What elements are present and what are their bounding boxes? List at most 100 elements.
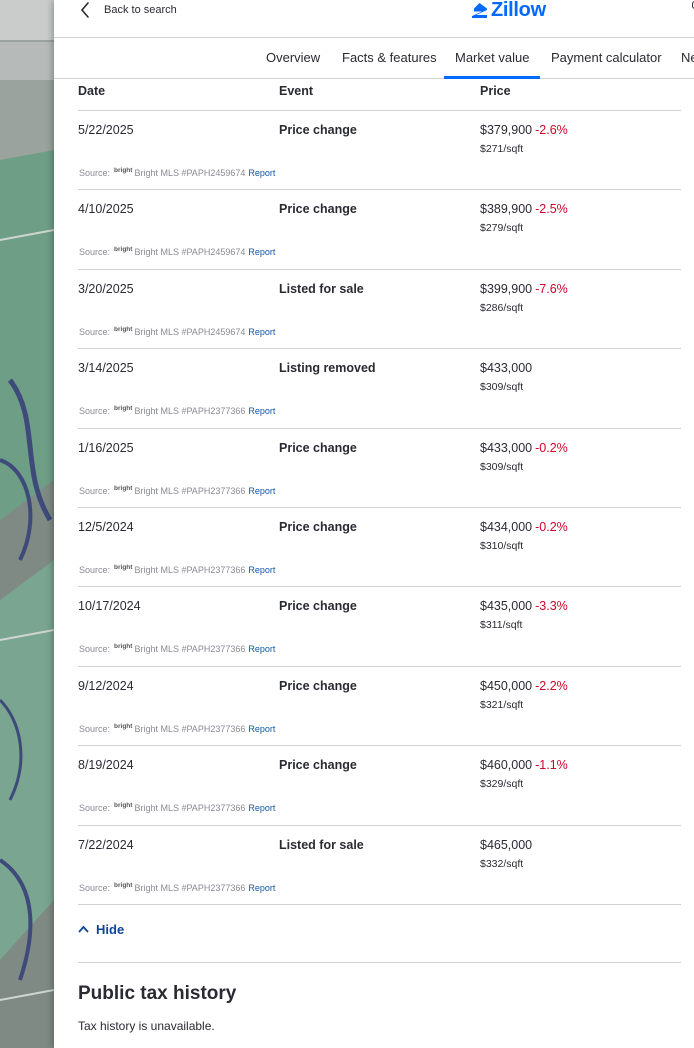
source-prefix: Source: <box>79 644 111 655</box>
report-link[interactable]: Report <box>248 565 275 575</box>
report-link[interactable]: Report <box>248 883 275 893</box>
bright-logo-text: bright <box>114 563 133 571</box>
top-bar: Back to search Zillow <box>54 0 694 37</box>
price-change: -3.3% <box>535 599 568 614</box>
column-header-date: Date <box>78 84 106 98</box>
report-link[interactable]: Report <box>248 803 275 813</box>
tab-overview[interactable]: Overview <box>266 38 320 79</box>
table-row: 9/12/2024 Price change $450,000 -2.2% $321/s… <box>78 667 681 747</box>
listing-source: Source: bright Bright MLS #PAPH2459674 Repo… <box>79 167 275 178</box>
event-date: 9/12/2024 <box>78 678 134 693</box>
event-date: 1/16/2025 <box>78 440 134 455</box>
listing-source: Source: bright Bright MLS #PAPH2377366 Repo… <box>79 802 275 814</box>
event-type: Price change <box>279 678 357 693</box>
bright-mls-logo: bright <box>114 881 133 889</box>
report-link[interactable]: Report <box>248 486 275 496</box>
table-row: 12/5/2024 Price change $434,000 -0.2% $310/s… <box>78 508 681 588</box>
price-value: $434,000 <box>480 519 533 534</box>
hide-price-history-button[interactable]: Hide <box>78 919 124 939</box>
listing-source: Source: bright Bright MLS #PAPH2377366 Repo… <box>79 723 275 734</box>
report-link[interactable]: Report <box>248 168 275 178</box>
bright-mls-logo: bright <box>114 246 133 254</box>
price-per-sqft: $329/sqft <box>480 778 524 791</box>
source-prefix: Source: <box>79 564 111 575</box>
price-change: -7.6% <box>535 281 568 296</box>
price-per-sqft: $309/sqft <box>480 460 524 473</box>
table-row: 5/22/2025 Price change $379,900 -2.6% $271/s… <box>78 111 681 191</box>
tab-payment-calculator[interactable]: Payment calculator <box>551 38 662 79</box>
report-link[interactable]: Report <box>248 247 275 257</box>
event-price: $465,000 <box>480 838 535 852</box>
event-date: 10/17/2024 <box>78 599 141 614</box>
bright-logo-text: bright <box>114 246 133 254</box>
source-prefix: Source: <box>79 803 111 814</box>
tab-facts-features[interactable]: Facts & features <box>342 38 437 79</box>
source-name: Bright MLS #PAPH2377366 <box>134 564 246 575</box>
section-tabs: Overview Facts & features Market value P… <box>54 37 694 79</box>
table-row: 3/20/2025 Listed for sale $399,900 -7.6% $28… <box>78 270 681 350</box>
section-divider <box>78 962 681 963</box>
event-price: $435,000 -3.3% <box>480 599 568 613</box>
event-price: $434,000 -0.2% <box>480 520 568 534</box>
map-background[interactable] <box>0 0 54 1048</box>
price-value: $435,000 <box>480 599 533 614</box>
bright-logo-text: bright <box>114 167 133 174</box>
event-type: Price change <box>279 123 357 137</box>
tax-history-message: Tax history is unavailable. <box>78 1019 215 1033</box>
chevron-up-icon <box>78 925 89 933</box>
source-prefix: Source: <box>79 247 111 258</box>
event-type: Price change <box>279 758 357 773</box>
price-per-sqft: $311/sqft <box>480 619 523 632</box>
back-to-search-button[interactable]: Back to search <box>80 0 177 20</box>
price-change: -1.1% <box>535 758 568 773</box>
price-value: $399,900 <box>480 281 533 296</box>
source-name: Bright MLS #PAPH2459674 <box>134 247 246 258</box>
event-price: $389,900 -2.5% <box>480 202 568 216</box>
table-row: 8/19/2024 Price change $460,000 -1.1% $329/s… <box>78 746 681 826</box>
listing-source: Source: bright Bright MLS #PAPH2377366 Repo… <box>79 405 275 416</box>
tab-neighborhood[interactable]: Ne <box>681 38 694 79</box>
bright-logo-text: bright <box>114 881 133 889</box>
price-value: $433,000 <box>480 361 533 376</box>
price-per-sqft: $271/sqft <box>480 143 524 155</box>
source-name: Bright MLS #PAPH2377366 <box>134 723 246 734</box>
bright-logo-text: bright <box>114 643 133 651</box>
event-price: $379,900 -2.6% <box>480 123 568 137</box>
source-name: Bright MLS #PAPH2377366 <box>134 803 246 814</box>
event-price: $450,000 -2.2% <box>480 679 568 693</box>
event-date: 7/22/2024 <box>78 837 134 852</box>
report-link[interactable]: Report <box>248 327 275 337</box>
event-type: Price change <box>279 599 357 614</box>
table-row: 4/10/2025 Price change $389,900 -2.5% $279/s… <box>78 190 681 270</box>
bright-mls-logo: bright <box>114 802 133 810</box>
event-type: Price change <box>279 202 357 217</box>
table-row: 3/14/2025 Listing removed $433,000 $309/sqf… <box>78 349 681 429</box>
event-price: $460,000 -1.1% <box>480 758 568 772</box>
tab-market-value[interactable]: Market value <box>443 38 541 79</box>
event-date: 3/14/2025 <box>78 361 134 376</box>
listing-source: Source: bright Bright MLS #PAPH2377366 Repo… <box>79 485 275 496</box>
event-date: 3/20/2025 <box>78 281 134 296</box>
price-value: $433,000 <box>480 440 533 455</box>
price-change: -2.6% <box>535 123 568 137</box>
bright-mls-logo: bright <box>114 485 132 492</box>
zillow-house-icon <box>472 2 487 18</box>
column-header-event: Event <box>279 84 314 98</box>
source-name: Bright MLS #PAPH2377366 <box>134 485 246 496</box>
report-link[interactable]: Report <box>248 406 275 416</box>
event-date: 12/5/2024 <box>78 519 134 534</box>
report-link[interactable]: Report <box>248 724 275 734</box>
price-value: $389,900 <box>480 202 533 217</box>
event-type: Listed for sale <box>279 281 364 296</box>
hide-label: Hide <box>96 921 125 937</box>
bright-logo-text: bright <box>114 802 133 810</box>
event-type: Price change <box>279 519 357 534</box>
event-date: 4/10/2025 <box>78 202 134 217</box>
zillow-logo[interactable]: Zillow <box>471 0 546 21</box>
source-prefix: Source: <box>79 326 111 337</box>
bright-logo-text: bright <box>114 405 133 413</box>
report-link[interactable]: Report <box>248 644 275 654</box>
table-header: Date Event Price <box>78 79 681 111</box>
event-type: Price change <box>279 440 357 455</box>
event-price: $433,000 -0.2% <box>480 441 568 455</box>
